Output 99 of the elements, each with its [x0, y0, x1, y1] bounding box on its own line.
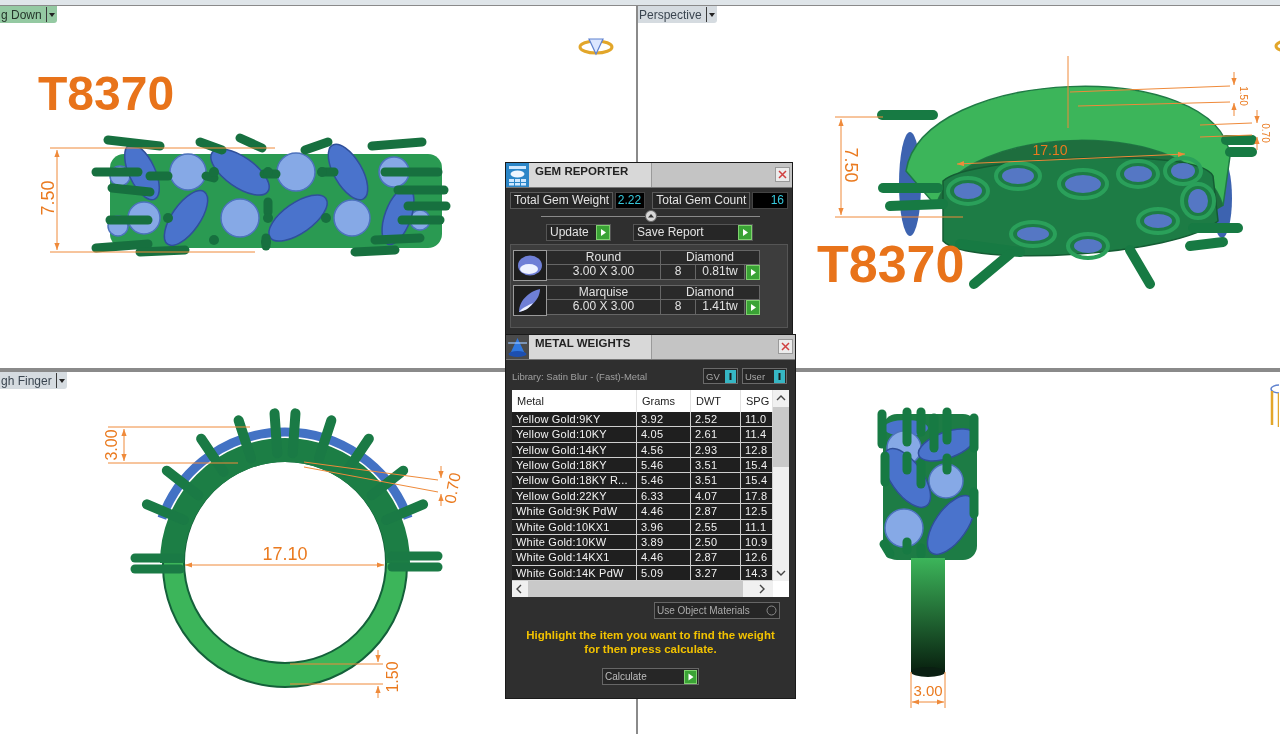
dimension-label: 1.50	[384, 661, 401, 693]
table-cell: 4.56	[637, 442, 691, 458]
play-icon[interactable]	[746, 265, 760, 280]
caret-icon	[45, 7, 56, 22]
gem-type-cell: Diamond	[661, 285, 760, 300]
viewport-menu-tab[interactable]: gh Finger	[0, 372, 67, 389]
caret-icon	[705, 7, 716, 22]
panel-title: METAL WEIGHTS	[529, 335, 652, 359]
dimension-label: 1.50	[1238, 86, 1249, 106]
panel-title: GEM REPORTER	[529, 163, 652, 187]
ring-icon[interactable]	[1269, 383, 1279, 428]
table-cell: 2.55	[691, 519, 741, 534]
chevron-down-icon[interactable]	[776, 570, 786, 576]
table-cell: Yellow Gold:18KY R...	[512, 473, 637, 488]
gem-shape-cell: Round	[547, 250, 661, 265]
stat-label: Total Gem Weight	[510, 191, 614, 209]
caret-icon	[55, 373, 66, 388]
marquise-gem-icon	[513, 285, 547, 316]
table-cell: 2.50	[691, 534, 741, 550]
table-cell: White Gold:14KX1	[512, 550, 637, 565]
table-cell: 3.96	[637, 519, 691, 534]
dimension-label: 17.10	[1032, 142, 1068, 158]
instruction-text: Highlight the item you want to find the weight for then press calculate.	[525, 628, 776, 656]
gem-type-cell: Diamond	[661, 250, 760, 265]
stat-value: 2.22	[615, 191, 646, 209]
dimension-line	[910, 671, 946, 709]
table-cell: 3.51	[691, 458, 741, 473]
table-cell: 3.92	[637, 412, 691, 427]
ring-icon[interactable]	[578, 36, 614, 56]
table-cell: 4.07	[691, 488, 741, 504]
dimension-label: 7.50	[38, 180, 58, 216]
chevron-left-icon[interactable]	[516, 584, 522, 594]
toggle-button[interactable]: User	[742, 368, 787, 384]
viewport-menu-tab[interactable]: g Down	[0, 6, 57, 23]
table-cell: White Gold:10KX1	[512, 519, 637, 534]
table-cell: 4.46	[637, 550, 691, 565]
table-cell: Yellow Gold:10KY	[512, 427, 637, 442]
table-cell: 4.05	[637, 427, 691, 442]
dimension-label: 3.00	[913, 682, 943, 699]
vertical-scrollbar[interactable]	[773, 390, 789, 581]
dimension-label: 3.00	[103, 429, 120, 461]
dimension-label: 0.70	[1260, 123, 1271, 143]
gem-size-cell: 6.00 X 3.00	[547, 300, 661, 315]
report-icon	[506, 163, 529, 187]
gem-count-cell: 8	[661, 300, 696, 315]
close-button[interactable]	[778, 339, 793, 354]
table-cell: 5.46	[637, 458, 691, 473]
table-cell: Yellow Gold:18KY	[512, 458, 637, 473]
table-cell: 6.33	[637, 488, 691, 504]
toggle-button[interactable]: GV	[703, 368, 738, 384]
viewport-menu-tab[interactable]: Perspective	[638, 6, 717, 23]
table-cell: 3.89	[637, 534, 691, 550]
table-cell: 2.52	[691, 412, 741, 427]
table-cell: White Gold:9K PdW	[512, 504, 637, 519]
gem-weight-cell: 0.81tw	[696, 265, 745, 280]
round-gem-icon	[513, 250, 547, 281]
close-icon	[778, 170, 787, 179]
gem-weight-cell: 1.41tw	[696, 300, 745, 315]
table-cell: 5.09	[637, 565, 691, 580]
action-button[interactable]: Save Report	[633, 223, 753, 241]
library-label: Library: Satin Blur - (Fast)-Metal	[512, 370, 648, 382]
table-cell: 3.27	[691, 565, 741, 580]
chevron-up-icon[interactable]	[776, 395, 786, 401]
cone-icon	[506, 335, 529, 359]
dimension-label: 7.50	[841, 147, 861, 183]
table-cell: 4.46	[637, 504, 691, 519]
calculate-button[interactable]: Calculate	[602, 668, 699, 685]
chevron-right-icon[interactable]	[759, 584, 765, 594]
table-cell: 3.51	[691, 473, 741, 488]
table-cell: Yellow Gold:14KY	[512, 442, 637, 458]
table-cell: White Gold:10KW	[512, 534, 637, 550]
play-icon	[684, 669, 697, 684]
table-cell: 2.87	[691, 504, 741, 519]
table-cell: Yellow Gold:9KY	[512, 412, 637, 427]
play-icon[interactable]	[746, 300, 760, 315]
scrollbar-thumb[interactable]	[773, 407, 789, 467]
gem-shape-cell: Marquise	[547, 285, 661, 300]
dimension-label: 0.70	[441, 471, 464, 505]
stat-label: Total Gem Count	[652, 191, 751, 209]
stat-value: 16	[752, 191, 788, 209]
play-icon	[596, 224, 610, 240]
option-toggle-button[interactable]: Use Object Materials	[654, 602, 780, 619]
dimension-label: 17.10	[262, 544, 308, 564]
table-cell: 2.87	[691, 550, 741, 565]
table-cell: White Gold:14K PdW	[512, 565, 637, 580]
model-number-label: T8370	[38, 67, 175, 120]
table-cell: Yellow Gold:22KY	[512, 488, 637, 504]
gem-count-cell: 8	[661, 265, 696, 280]
action-button[interactable]: Update	[546, 223, 611, 241]
play-icon	[738, 224, 752, 240]
scrollbar-thumb[interactable]	[528, 581, 743, 597]
table-cell: 2.61	[691, 427, 741, 442]
horizontal-scrollbar[interactable]	[512, 581, 773, 597]
close-icon	[781, 342, 790, 351]
table-cell: 5.46	[637, 473, 691, 488]
table-cell: 2.93	[691, 442, 741, 458]
close-button[interactable]	[775, 167, 790, 182]
gem-size-cell: 3.00 X 3.00	[547, 265, 661, 280]
model-number-label: T8370	[817, 235, 965, 293]
